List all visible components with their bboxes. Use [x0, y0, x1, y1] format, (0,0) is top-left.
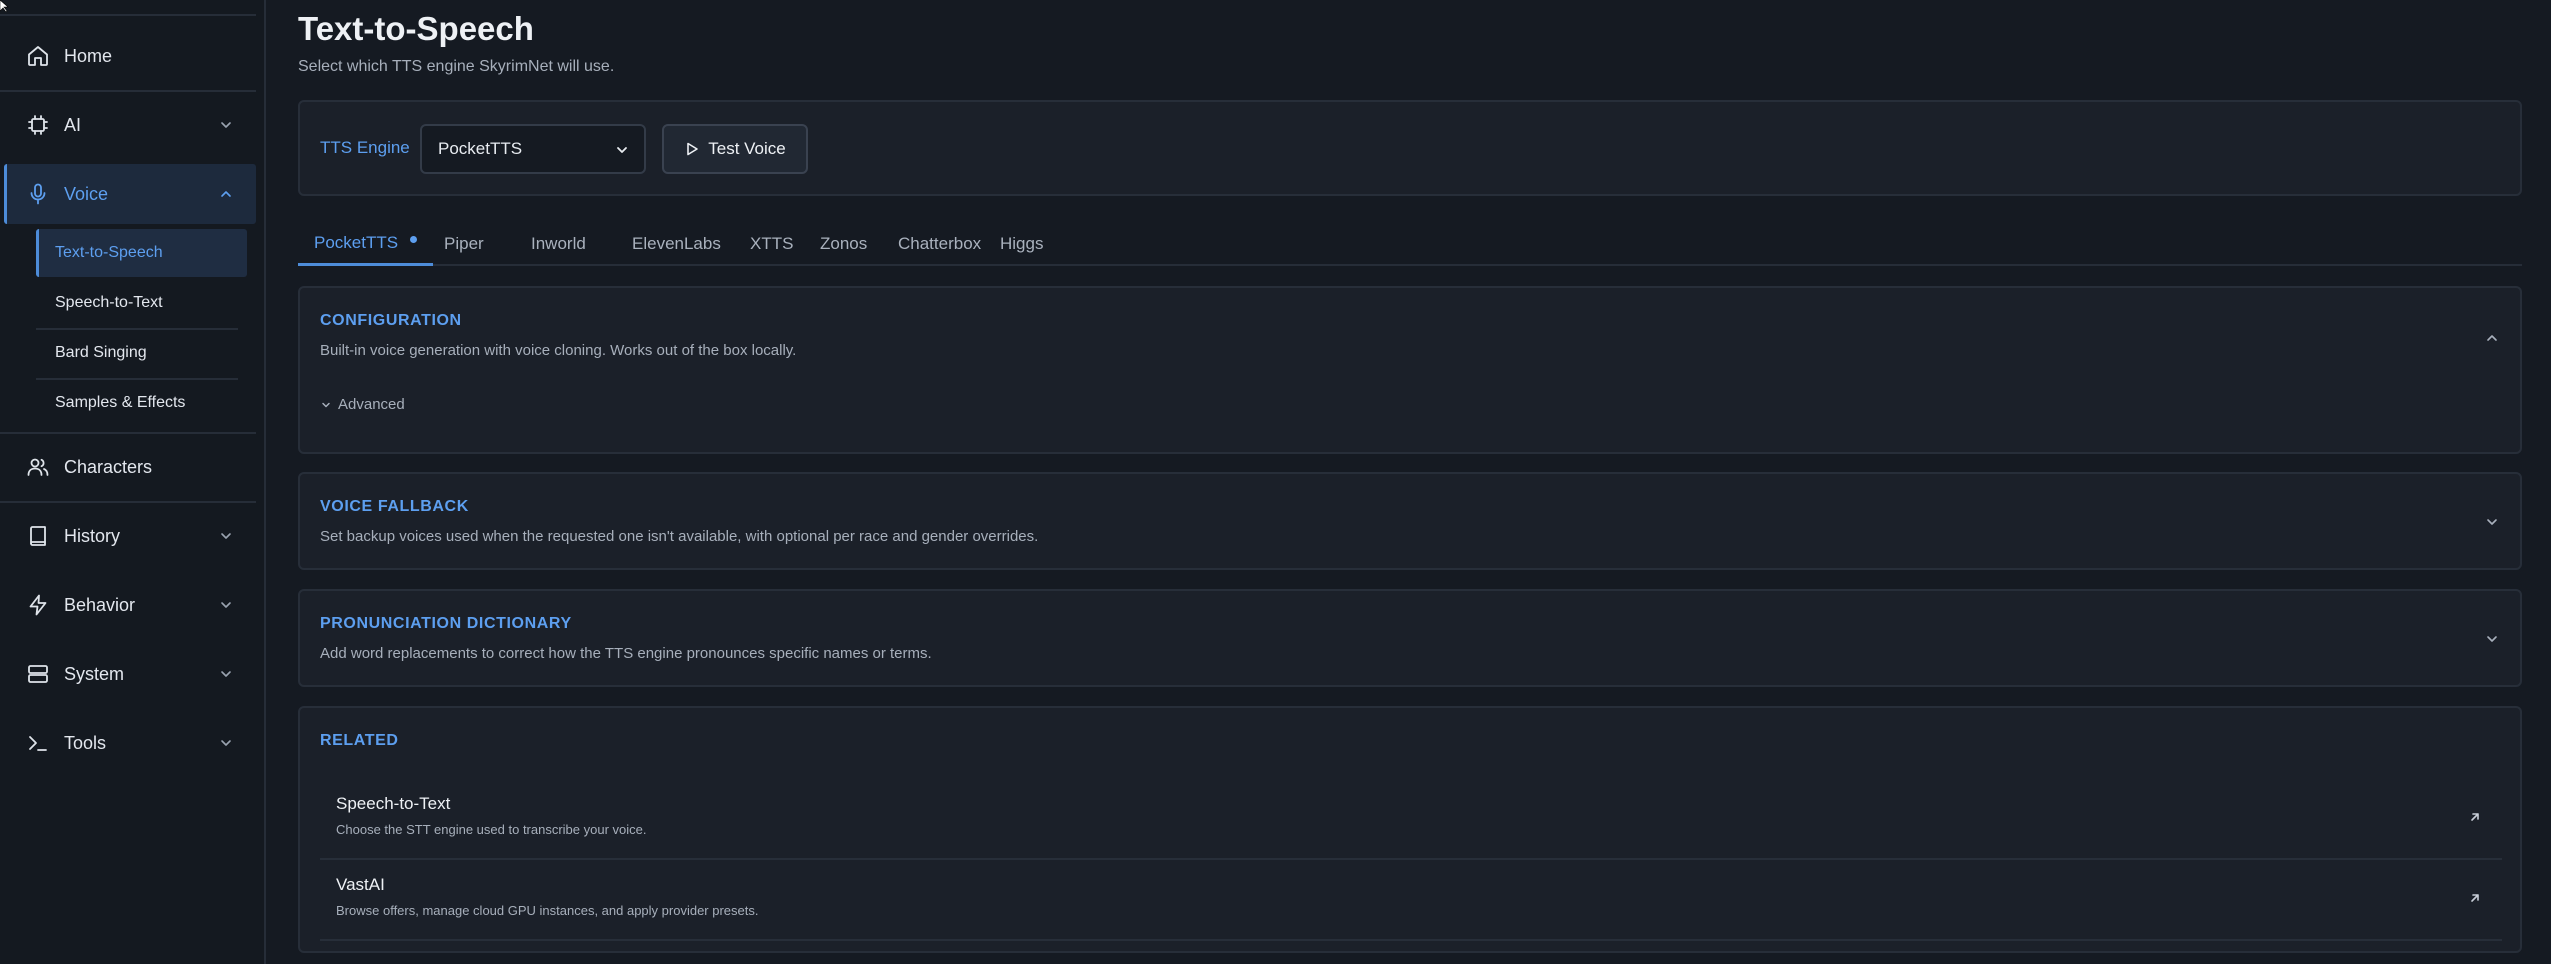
terminal-icon	[29, 736, 47, 751]
configuration-section: CONFIGURATION Built-in voice generation …	[298, 286, 2522, 454]
chevron-up-icon[interactable]	[2484, 330, 2500, 346]
chevron-down-icon	[617, 147, 627, 153]
chevron-down-icon[interactable]	[2484, 514, 2500, 530]
sidebar-item-label: Voice	[64, 183, 109, 204]
sidebar-item-characters[interactable]: Characters	[4, 437, 256, 497]
tab-label: Piper	[444, 234, 484, 253]
sidebar: Home AI Voice Text-to-Speech Speech-to-T…	[0, 0, 266, 964]
tts-engine-card: TTS Engine PocketTTS Test Voice	[298, 100, 2522, 196]
voice-fallback-section[interactable]: VOICE FALLBACK Set backup voices used wh…	[298, 472, 2522, 570]
related-divider	[320, 939, 2502, 941]
sidebar-subitem-speech-to-text[interactable]: Speech-to-Text	[36, 279, 247, 327]
related-link-title: Speech-to-Text	[336, 794, 451, 813]
chevron-up-icon	[221, 191, 231, 197]
pronunciation-title: PRONUNCIATION DICTIONARY	[320, 615, 572, 632]
sidebar-item-label: AI	[64, 114, 82, 135]
related-link-description: Browse offers, manage cloud GPU instance…	[336, 903, 759, 918]
chevron-down-icon	[221, 122, 231, 128]
pronunciation-dictionary-section[interactable]: PRONUNCIATION DICTIONARY Add word replac…	[298, 589, 2522, 687]
sidebar-item-label: Behavior	[64, 594, 136, 615]
related-title: RELATED	[320, 732, 399, 749]
tab-higgs[interactable]: Higgs	[984, 222, 1059, 266]
test-voice-button[interactable]: Test Voice	[662, 124, 808, 174]
active-engine-dot-icon	[410, 236, 418, 243]
tab-elevenlabs[interactable]: ElevenLabs	[616, 222, 737, 266]
sidebar-subitem-samples-effects[interactable]: Samples & Effects	[36, 379, 247, 427]
voice-fallback-title: VOICE FALLBACK	[320, 498, 469, 515]
configuration-description: Built-in voice generation with voice clo…	[320, 342, 797, 359]
server-icon	[28, 665, 48, 683]
sidebar-item-label: Home	[64, 45, 113, 66]
tab-label: PocketTTS	[314, 232, 399, 252]
sidebar-subitem-label: Bard Singing	[55, 344, 147, 361]
related-link-description: Choose the STT engine used to transcribe…	[336, 822, 647, 837]
related-link-title: VastAI	[336, 875, 385, 894]
sidebar-divider	[0, 501, 256, 503]
sidebar-item-label: Tools	[64, 732, 107, 753]
chevron-down-icon[interactable]	[2484, 631, 2500, 647]
sidebar-item-behavior[interactable]: Behavior	[4, 575, 256, 635]
book-icon	[30, 526, 46, 546]
tab-piper[interactable]: Piper	[428, 222, 500, 266]
test-voice-label: Test Voice	[708, 139, 786, 158]
sidebar-item-voice[interactable]: Voice	[4, 164, 256, 224]
tts-engine-label: TTS Engine	[320, 138, 410, 157]
page-title: Text-to-Speech	[298, 10, 534, 47]
sidebar-item-home[interactable]: Home	[4, 26, 256, 86]
advanced-toggle[interactable]: Advanced	[320, 396, 405, 413]
sidebar-subitem-label: Text-to-Speech	[55, 244, 163, 261]
external-link-arrow-icon	[2471, 813, 2479, 821]
chevron-down-icon	[221, 533, 231, 539]
chevron-down-icon	[221, 671, 231, 677]
sidebar-subitem-label: Speech-to-Text	[55, 294, 163, 311]
tab-label: Chatterbox	[898, 234, 982, 253]
pronunciation-description: Add word replacements to correct how the…	[320, 645, 932, 662]
sidebar-item-label: System	[64, 663, 125, 684]
tts-engine-selected-value: PocketTTS	[438, 139, 523, 158]
chevron-down-icon	[221, 602, 231, 608]
sidebar-divider	[0, 90, 256, 92]
chip-icon	[28, 115, 48, 135]
external-link-arrow-icon	[2471, 894, 2479, 902]
sidebar-divider	[0, 14, 256, 16]
sidebar-divider	[0, 432, 256, 434]
sidebar-subitem-label: Samples & Effects	[55, 394, 186, 411]
tab-zonos[interactable]: Zonos	[804, 222, 883, 266]
tab-label: Higgs	[1000, 234, 1044, 253]
sidebar-item-tools[interactable]: Tools	[4, 713, 256, 773]
tab-chatterbox[interactable]: Chatterbox	[882, 222, 997, 266]
mouse-cursor-icon	[0, 0, 9, 12]
sidebar-item-history[interactable]: History	[4, 506, 256, 566]
sidebar-subitem-text-to-speech[interactable]: Text-to-Speech	[36, 229, 247, 277]
lightning-icon	[29, 594, 47, 616]
advanced-label: Advanced	[338, 396, 405, 413]
related-link-speech-to-text[interactable]: Speech-to-Text Choose the STT engine use…	[320, 778, 2502, 858]
sidebar-subitem-bard-singing[interactable]: Bard Singing	[36, 329, 247, 377]
tts-engine-select[interactable]: PocketTTS	[420, 124, 646, 174]
tab-label: Inworld	[531, 234, 586, 253]
page-subtitle: Select which TTS engine SkyrimNet will u…	[298, 58, 615, 75]
home-icon	[28, 46, 48, 66]
play-icon	[687, 142, 699, 156]
microphone-icon	[30, 183, 46, 205]
voice-fallback-description: Set backup voices used when the requeste…	[320, 528, 1039, 545]
sidebar-item-ai[interactable]: AI	[4, 95, 256, 155]
chevron-down-icon	[322, 402, 330, 407]
tab-label: ElevenLabs	[632, 234, 721, 253]
sidebar-item-system[interactable]: System	[4, 644, 256, 704]
chevron-down-icon	[221, 740, 231, 746]
related-link-vastai[interactable]: VastAI Browse offers, manage cloud GPU i…	[320, 859, 2502, 939]
tab-label: XTTS	[750, 234, 794, 253]
related-section: RELATED Speech-to-Text Choose the STT en…	[298, 706, 2522, 953]
tab-label: Zonos	[820, 234, 868, 253]
sidebar-item-label: History	[64, 525, 121, 546]
tab-pockettts[interactable]: PocketTTS	[298, 222, 434, 266]
tab-xtts[interactable]: XTTS	[734, 222, 809, 266]
users-icon	[27, 458, 49, 476]
sidebar-item-label: Characters	[64, 456, 153, 477]
engine-tabs: PocketTTS Piper Inworld ElevenLabs XTTS …	[298, 222, 2522, 266]
tab-inworld[interactable]: Inworld	[515, 222, 602, 266]
configuration-title: CONFIGURATION	[320, 312, 462, 329]
